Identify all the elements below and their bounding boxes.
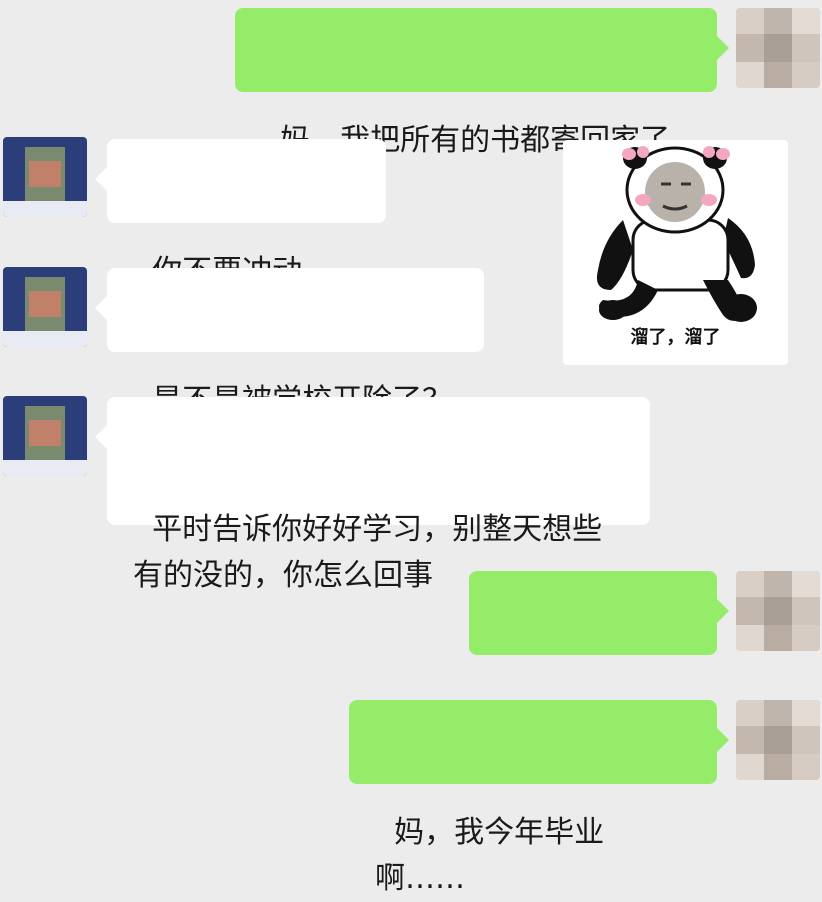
message-bubble-outgoing[interactable]: 妈，我今年毕业啊…… [349, 700, 729, 896]
bubble-tail [717, 599, 729, 623]
bubble-tail [717, 728, 729, 752]
mom-avatar[interactable] [3, 137, 87, 217]
message-bubble-incoming[interactable]: 你不要冲动啊！ [95, 139, 386, 335]
bubble-tail [95, 425, 107, 449]
message-bubble-outgoing[interactable]: 妈，我把所有的书都寄回家了 [235, 8, 729, 158]
mom-avatar[interactable] [3, 267, 87, 347]
message-text: 妈，我今年毕业啊…… [375, 815, 605, 896]
message-bubble-incoming[interactable]: 是不是被学校开除了？ [95, 268, 484, 418]
my-avatar[interactable] [736, 8, 820, 88]
message-bubble-outgoing[interactable]: ？？？？？？ [469, 571, 729, 767]
sticker-caption: 溜了，溜了 [630, 327, 721, 348]
message-bubble-incoming[interactable]: 平时告诉你好好学习，别整天想些 有的没的，你怎么回事 [95, 397, 650, 593]
mom-avatar[interactable] [3, 396, 87, 476]
bubble-tail [717, 36, 729, 60]
bubble-tail [95, 167, 107, 191]
bubble-tail [95, 296, 107, 320]
my-avatar[interactable] [736, 700, 820, 780]
sticker-message[interactable]: 溜了，溜了 [563, 140, 788, 365]
my-avatar[interactable] [736, 571, 820, 651]
